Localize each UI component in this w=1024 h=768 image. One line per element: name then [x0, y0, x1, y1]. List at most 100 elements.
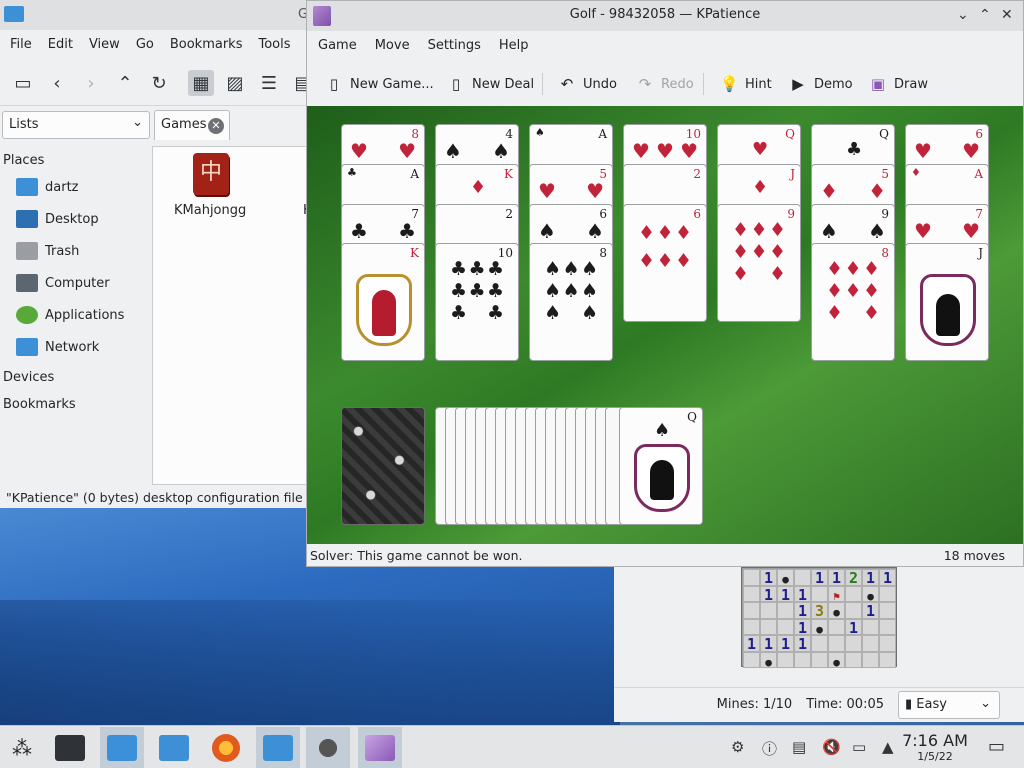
mine-cell[interactable]: 1 [777, 635, 794, 652]
file-view[interactable]: 中 KMahjongg K [152, 146, 312, 485]
card-9-diamonds[interactable]: 9 ♦ ♦ ♦ ♦ ♦ ♦ ♦ ♦ [717, 204, 801, 322]
mine-cell[interactable]: 1 [794, 602, 811, 619]
place-applications[interactable]: Applications [0, 299, 150, 331]
pager-icon[interactable] [48, 727, 92, 768]
mine-cell[interactable] [811, 635, 828, 652]
task-firefox[interactable] [204, 727, 248, 768]
menu-tools[interactable]: Tools [250, 37, 298, 52]
mine-cell[interactable]: 1 [811, 569, 828, 586]
new-deal-button[interactable]: ▯ New Deal [441, 71, 540, 97]
task-kpatience[interactable] [358, 727, 402, 768]
mine-cell[interactable] [845, 651, 862, 668]
mine-cell[interactable] [811, 585, 828, 602]
demo-button[interactable]: ▶ Demo [783, 71, 859, 97]
close-icon[interactable]: ✕ [1001, 1, 1013, 29]
place-home[interactable]: dartz [0, 171, 150, 203]
mine-cell[interactable]: 2 [845, 569, 862, 586]
menu-bookmarks[interactable]: Bookmarks [162, 37, 251, 52]
mine-cell[interactable]: 1 [862, 569, 879, 586]
mine-cell[interactable] [777, 651, 794, 668]
mine-cell[interactable] [879, 618, 896, 635]
menu-move[interactable]: Move [366, 38, 419, 53]
mine-cell[interactable] [760, 618, 777, 635]
mine-cell[interactable] [743, 569, 760, 586]
mine-cell[interactable] [879, 651, 896, 668]
reload-icon[interactable]: ↻ [146, 70, 172, 96]
app-launcher-icon[interactable]: ⁂ [0, 727, 44, 768]
mine-cell[interactable] [811, 618, 828, 635]
mine-cell[interactable]: 1 [794, 635, 811, 652]
menu-edit[interactable]: Edit [40, 37, 81, 52]
expand-tray-icon[interactable]: ▲ [882, 738, 894, 756]
mine-cell[interactable] [743, 651, 760, 668]
menu-view[interactable]: View [81, 37, 128, 52]
mine-cell[interactable] [845, 635, 862, 652]
updates-icon[interactable]: ⓘ [762, 738, 777, 759]
minimize-icon[interactable]: ⌄ [957, 1, 969, 29]
task-discover[interactable] [100, 727, 144, 768]
mine-cell[interactable] [777, 569, 794, 586]
mine-cell[interactable]: 1 [794, 618, 811, 635]
place-computer[interactable]: Computer [0, 267, 150, 299]
mine-cell[interactable] [777, 618, 794, 635]
mine-cell[interactable] [743, 618, 760, 635]
kmahjongg-icon[interactable]: 中 [193, 153, 229, 195]
mine-cell[interactable] [879, 585, 896, 602]
card-10-clubs[interactable]: 10 ♣ ♣ ♣ ♣ ♣ ♣ ♣ ♣ [435, 243, 519, 361]
mine-cell[interactable] [828, 618, 845, 635]
mine-cell[interactable] [862, 585, 879, 602]
mine-cell[interactable] [845, 602, 862, 619]
place-network[interactable]: Network [0, 331, 150, 363]
mine-cell[interactable] [743, 602, 760, 619]
task-dolphin[interactable] [152, 727, 196, 768]
menu-settings[interactable]: Settings [419, 38, 490, 53]
back-icon[interactable]: ‹ [44, 70, 70, 96]
redo-button[interactable]: ↷ Redo [630, 71, 700, 97]
mine-cell[interactable]: 1 [862, 602, 879, 619]
mine-cell[interactable]: 1 [760, 635, 777, 652]
dolphin-titlebar[interactable]: G [0, 0, 309, 30]
maximize-icon[interactable]: ⌃ [979, 1, 991, 29]
mine-cell[interactable]: 1 [794, 585, 811, 602]
mine-cell[interactable] [879, 635, 896, 652]
kpatience-titlebar[interactable]: Golf - 98432058 — KPatience ⌄ ⌃ ✕ [307, 1, 1023, 31]
preview-icon[interactable]: ▨ [222, 70, 248, 96]
details-view-icon[interactable]: ☰ [256, 70, 282, 96]
place-desktop[interactable]: Desktop [0, 203, 150, 235]
menu-help[interactable]: Help [490, 38, 538, 53]
undo-button[interactable]: ↶ Undo [552, 71, 623, 97]
icons-view-icon[interactable]: ▦ [188, 70, 214, 96]
clock[interactable]: 7:16 AM 1/5/22 [900, 731, 970, 763]
mine-cell[interactable] [845, 585, 862, 602]
mine-cell[interactable] [760, 651, 777, 668]
mine-cell[interactable] [828, 651, 845, 668]
mine-cell[interactable]: 1 [777, 585, 794, 602]
mine-cell[interactable] [828, 585, 845, 602]
up-icon[interactable]: ⌃ [112, 70, 138, 96]
difficulty-combo[interactable]: ▮ Easy ⌄ [898, 690, 1000, 719]
mine-cell[interactable]: 1 [760, 585, 777, 602]
card-6-diamonds[interactable]: 6 ♦ ♦ ♦ ♦ ♦ ♦ [623, 204, 707, 322]
file-label[interactable]: KMahjongg [174, 203, 246, 218]
mine-cell[interactable] [743, 585, 760, 602]
new-game-button[interactable]: ▯ New Game... [319, 71, 440, 97]
card-8-spades[interactable]: 8 ♠ ♠ ♠ ♠ ♠ ♠ ♠ ♠ [529, 243, 613, 361]
mine-cell[interactable] [828, 602, 845, 619]
tab-games[interactable]: Games ✕ [154, 110, 230, 140]
hint-button[interactable]: 💡 Hint [714, 71, 778, 97]
mine-cell[interactable]: 1 [760, 569, 777, 586]
menu-file[interactable]: File [2, 37, 40, 52]
kde-connect-icon[interactable]: ⚙ [731, 738, 744, 756]
mine-cell[interactable]: 1 [879, 569, 896, 586]
game-table[interactable]: 8 ♥ ♥ ♣ A 7 ♣ ♣ K 4 ♠ ♠ K ♦ 2 10 ♣ ♣ ♣ ♣ ♣ ♣ ♣ ♣ ♠ A 5 ♥ ♥ … [307, 106, 1023, 544]
mine-cell[interactable] [828, 635, 845, 652]
places-combo[interactable]: Lists ⌄ [2, 111, 150, 139]
mine-cell[interactable] [862, 651, 879, 668]
mine-cell[interactable] [811, 651, 828, 668]
card-8-diamonds[interactable]: 8 ♦ ♦ ♦ ♦ ♦ ♦ ♦ ♦ [811, 243, 895, 361]
mine-cell[interactable]: 1 [845, 618, 862, 635]
card-q-spades[interactable]: Q ♠ [619, 407, 703, 525]
mine-cell[interactable] [794, 651, 811, 668]
task-kmines[interactable] [306, 727, 350, 768]
new-window-icon[interactable]: ▭ [10, 70, 36, 96]
